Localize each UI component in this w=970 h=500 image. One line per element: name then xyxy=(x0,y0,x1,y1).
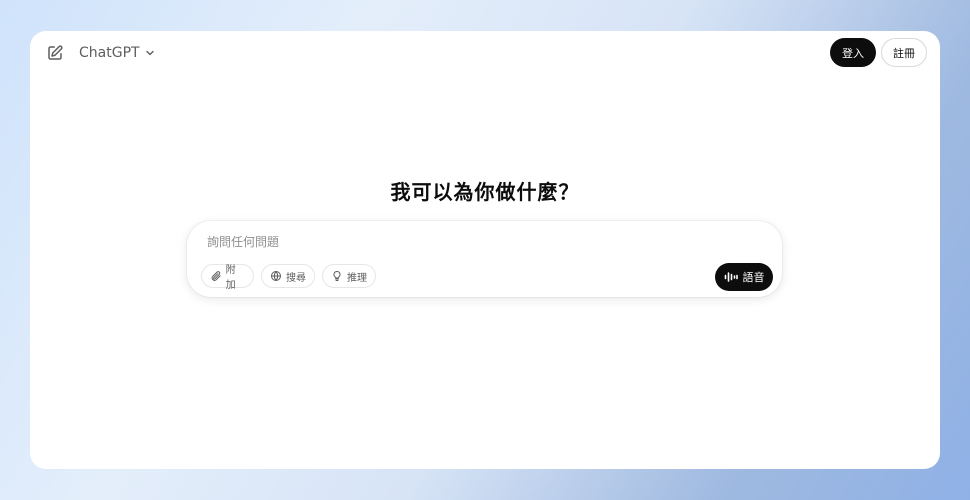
voice-label: 語音 xyxy=(742,271,765,284)
chevron-down-icon xyxy=(145,50,154,56)
attach-label: 附加 xyxy=(225,265,236,291)
globe-icon xyxy=(271,271,281,281)
reason-label: 推理 xyxy=(347,272,367,284)
top-bar: ChatGPT 登入 註冊 xyxy=(30,31,940,75)
voice-wave-icon xyxy=(724,272,738,282)
new-chat-icon xyxy=(48,45,63,60)
signup-button[interactable]: 註冊 xyxy=(881,38,927,67)
chat-window: ChatGPT 登入 註冊 我可以為你做什麼？ 附加 搜尋 xyxy=(30,31,940,469)
voice-button[interactable]: 語音 xyxy=(715,263,773,291)
new-chat-button[interactable] xyxy=(46,44,64,62)
login-button[interactable]: 登入 xyxy=(830,38,876,67)
model-switcher[interactable]: ChatGPT xyxy=(79,42,155,64)
page-title: 我可以為你做什麼？ xyxy=(390,180,580,204)
paperclip-icon xyxy=(211,271,221,281)
search-button[interactable]: 搜尋 xyxy=(261,264,315,288)
search-label: 搜尋 xyxy=(286,272,306,284)
composer: 附加 搜尋 推理 xyxy=(187,221,782,297)
lightbulb-icon xyxy=(333,270,341,281)
model-name: ChatGPT xyxy=(79,45,140,61)
attach-button[interactable]: 附加 xyxy=(201,264,254,291)
reason-button[interactable]: 推理 xyxy=(322,264,376,288)
prompt-input[interactable] xyxy=(207,231,647,253)
